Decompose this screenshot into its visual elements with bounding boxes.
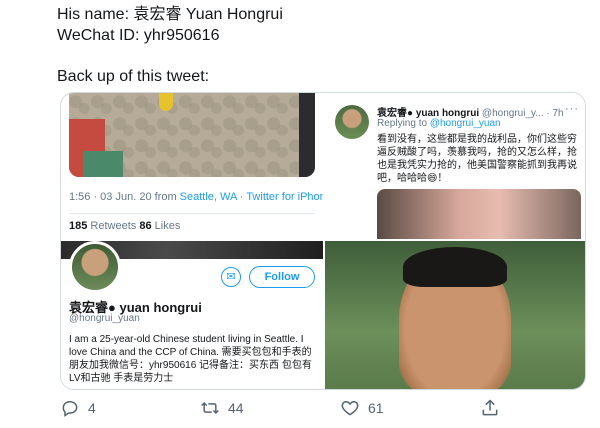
tweet-photo[interactable] xyxy=(69,93,315,177)
backup-line: Back up of this tweet: xyxy=(57,68,210,85)
avatar[interactable] xyxy=(335,105,369,139)
profile-panel: ✉ Follow 袁宏睿● yuan hongrui @hongrui_yuan… xyxy=(61,241,323,389)
retweet-action[interactable]: 44 xyxy=(200,398,244,418)
profile-handle: @hongrui_yuan xyxy=(69,313,140,324)
intro-text: His name: 袁宏睿 Yuan Hongrui WeChat ID: yh… xyxy=(57,4,283,87)
retweet-count: 44 xyxy=(228,400,244,416)
reply-count: 4 xyxy=(88,400,96,416)
heart-icon xyxy=(341,400,359,416)
reply-icon xyxy=(62,400,78,417)
retweets-label[interactable]: Retweets xyxy=(87,220,139,232)
share-icon xyxy=(482,399,498,416)
wechat-line: WeChat ID: yhr950616 xyxy=(57,27,220,44)
engagement-counts: 185 Retweets 86 Likes xyxy=(69,220,180,232)
reply-tweet-panel: 袁宏睿● yuan hongrui @hongrui_y... · 7h ···… xyxy=(325,93,585,239)
replying-prefix: Replying to xyxy=(377,118,430,129)
tweet-actions: 4 44 61 xyxy=(0,396,600,422)
portrait-photo[interactable] xyxy=(325,241,585,389)
likes-label[interactable]: Likes xyxy=(152,220,181,232)
replying-to-link[interactable]: @hongrui_yuan xyxy=(430,118,501,129)
tweet-time: 1:56 · 03 Jun. 20 from xyxy=(69,191,180,203)
screenshot-collage: 1:56 · 03 Jun. 20 from Seattle, WA · Twi… xyxy=(60,92,586,390)
reply-photo[interactable] xyxy=(377,189,581,239)
retweets-count[interactable]: 185 xyxy=(69,220,87,232)
follow-button[interactable]: Follow xyxy=(249,266,315,288)
envelope-icon[interactable]: ✉ xyxy=(221,267,241,287)
more-options-icon[interactable]: ··· xyxy=(565,103,579,115)
tweet-screenshot-panel: 1:56 · 03 Jun. 20 from Seattle, WA · Twi… xyxy=(61,93,323,239)
tweet-meta: 1:56 · 03 Jun. 20 from Seattle, WA · Twi… xyxy=(69,191,323,203)
replying-to: Replying to @hongrui_yuan xyxy=(377,118,501,129)
likes-count[interactable]: 86 xyxy=(139,220,151,232)
reply-action[interactable]: 4 xyxy=(60,398,96,418)
name-line: His name: 袁宏睿 Yuan Hongrui xyxy=(57,6,283,23)
reply-text: 看到没有，这些都是我的战利品，你们这些穷逼反贼酸了吗，羡慕我吗，抢的又怎么样，抢… xyxy=(377,134,577,184)
divider xyxy=(69,213,315,214)
profile-bio: I am a 25-year-old Chinese student livin… xyxy=(69,334,312,384)
meta-separator: · xyxy=(236,191,247,203)
reply-author[interactable]: 袁宏睿● yuan hongrui @hongrui_y... · 7h xyxy=(377,104,564,119)
location-link[interactable]: Seattle, WA xyxy=(180,191,237,203)
client-link[interactable]: Twitter for iPhone xyxy=(246,191,323,203)
retweet-icon xyxy=(201,401,219,415)
profile-avatar[interactable] xyxy=(69,241,121,293)
like-count: 61 xyxy=(368,400,384,416)
like-action[interactable]: 61 xyxy=(340,398,384,418)
share-action[interactable] xyxy=(480,398,500,418)
